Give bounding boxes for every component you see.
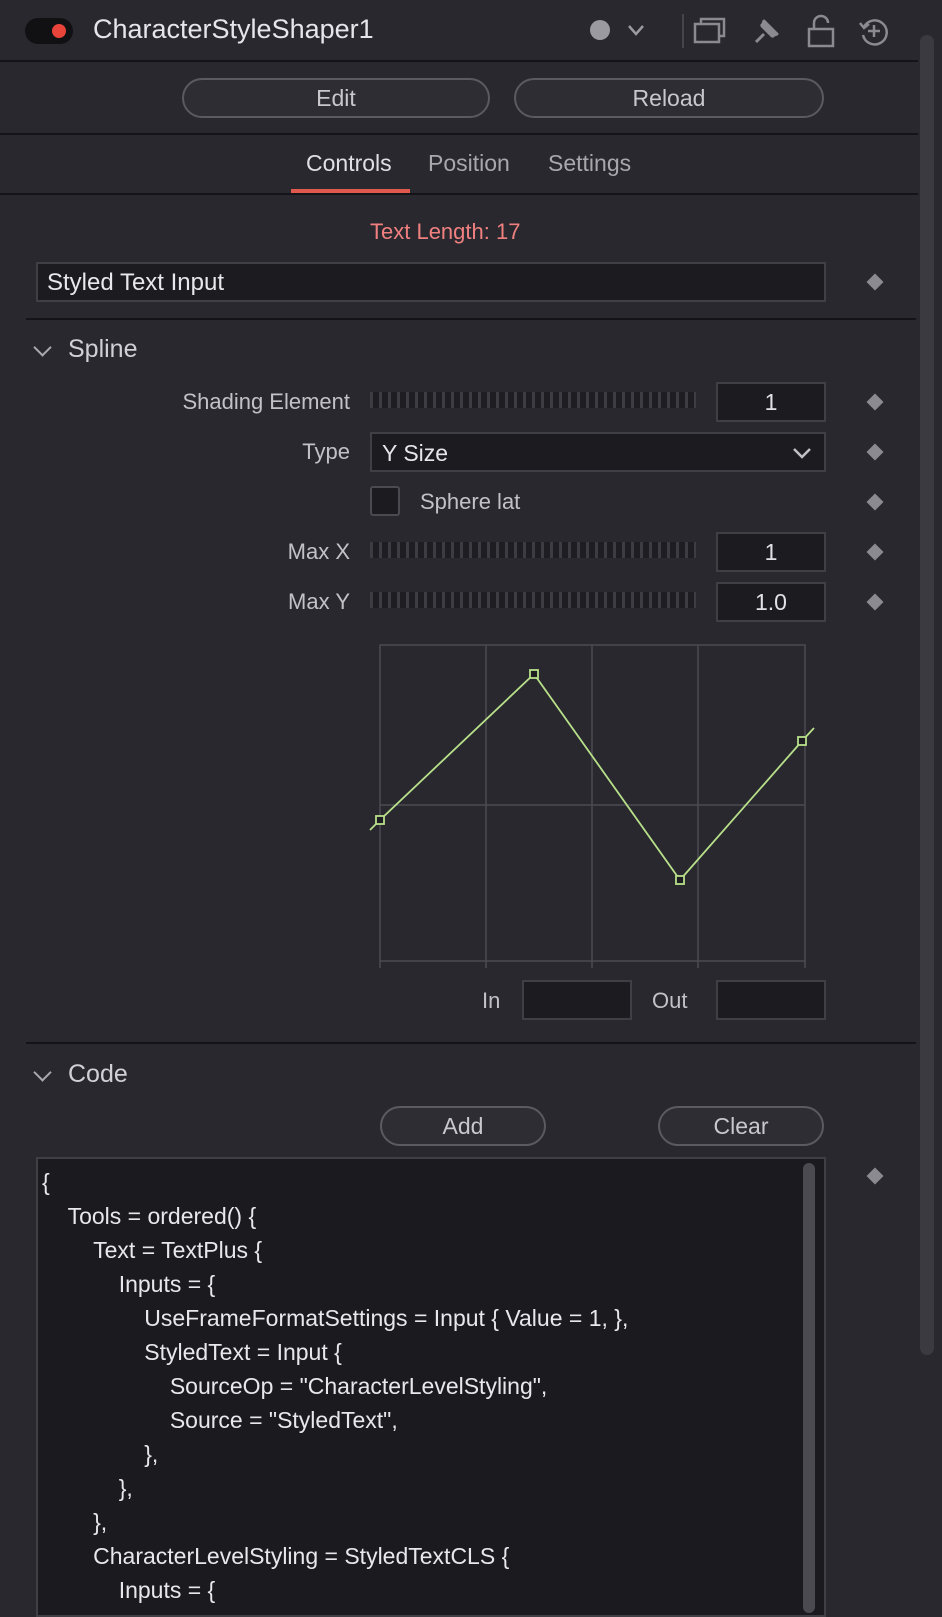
tab-controls[interactable]: Controls	[306, 150, 392, 177]
divider	[26, 318, 916, 320]
shading-element-slider[interactable]	[370, 386, 696, 414]
divider	[26, 1042, 916, 1044]
type-label: Type	[302, 439, 350, 464]
tab-position[interactable]: Position	[428, 150, 510, 177]
keyframe-diamond-icon[interactable]	[866, 273, 884, 291]
tab-settings[interactable]: Settings	[548, 150, 631, 177]
sphere-checkbox[interactable]	[370, 486, 400, 516]
keyframe-diamond-icon[interactable]	[866, 493, 884, 511]
code-editor[interactable]: { Tools = ordered() { Text = TextPlus { …	[36, 1157, 826, 1617]
max-x-slider[interactable]	[370, 536, 696, 564]
keyframe-diamond-icon[interactable]	[866, 1167, 884, 1185]
in-label: In	[482, 988, 501, 1013]
window-icon[interactable]	[693, 16, 727, 46]
out-field[interactable]	[716, 980, 826, 1020]
header-divider	[682, 14, 684, 48]
in-field[interactable]	[522, 980, 632, 1020]
divider	[0, 133, 918, 135]
reset-icon[interactable]	[858, 15, 890, 47]
divider	[0, 60, 918, 62]
pin-icon[interactable]	[750, 14, 784, 48]
max-x-label: Max X	[287, 539, 350, 564]
color-dot-icon[interactable]	[589, 18, 649, 44]
panel-scrollbar[interactable]	[920, 35, 934, 1355]
sphere-label: Sphere lat	[420, 489, 521, 514]
styled-text-value: Styled Text Input	[47, 269, 224, 296]
type-value: Y Size	[382, 440, 449, 466]
reload-button[interactable]: Reload	[514, 78, 824, 118]
max-x-field[interactable]: 1	[716, 532, 826, 572]
keyframe-diamond-icon[interactable]	[866, 593, 884, 611]
divider	[0, 193, 918, 195]
keyframe-diamond-icon[interactable]	[866, 443, 884, 461]
chevron-down-icon	[628, 25, 644, 36]
keyframe-diamond-icon[interactable]	[866, 543, 884, 561]
type-dropdown[interactable]: Y Size	[370, 432, 826, 472]
shading-element-label: Shading Element	[182, 389, 350, 414]
lock-icon[interactable]	[806, 14, 836, 48]
keyframe-diamond-icon[interactable]	[866, 393, 884, 411]
shading-element-field[interactable]: 1	[716, 382, 826, 422]
spline-graph[interactable]	[368, 640, 818, 970]
power-toggle-icon[interactable]	[25, 18, 73, 44]
spline-point	[675, 875, 685, 885]
styled-text-input[interactable]: Styled Text Input	[36, 262, 826, 302]
max-y-field[interactable]: 1.0	[716, 582, 826, 622]
code-text[interactable]: { Tools = ordered() { Text = TextPlus { …	[38, 1159, 824, 1607]
add-button[interactable]: Add	[380, 1106, 546, 1146]
code-scrollbar[interactable]	[803, 1163, 815, 1613]
spline-point	[529, 669, 539, 679]
spline-section-header[interactable]: Spline	[68, 335, 138, 364]
spline-point	[797, 736, 807, 746]
chevron-down-icon[interactable]	[33, 1063, 52, 1082]
max-y-slider[interactable]	[370, 586, 696, 614]
chevron-down-icon[interactable]	[33, 338, 52, 357]
spline-point	[375, 815, 385, 825]
clear-button[interactable]: Clear	[658, 1106, 824, 1146]
edit-button[interactable]: Edit	[182, 78, 490, 118]
out-label: Out	[652, 988, 688, 1013]
chevron-down-icon	[793, 448, 811, 459]
node-title: CharacterStyleShaper1	[93, 14, 374, 44]
text-length-label: Text Length: 17	[370, 219, 521, 244]
code-section-header[interactable]: Code	[68, 1060, 128, 1089]
max-y-label: Max Y	[288, 589, 350, 614]
